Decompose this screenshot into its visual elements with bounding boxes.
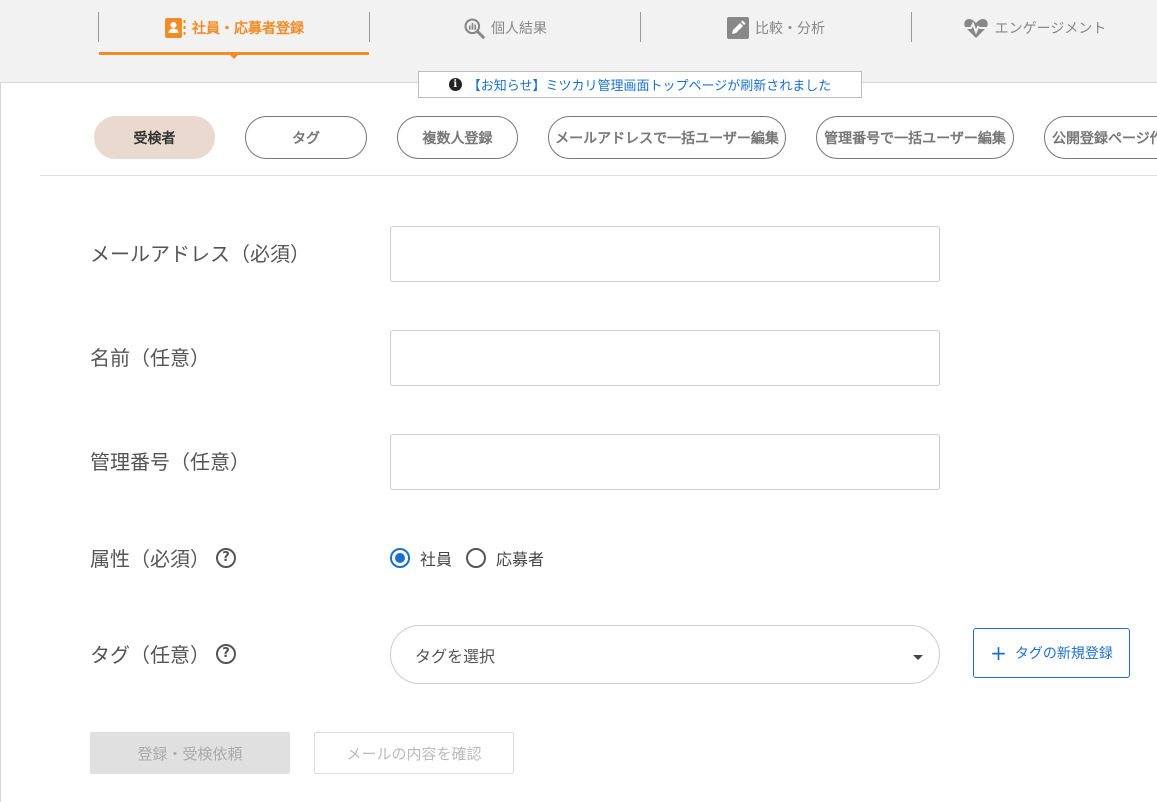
nav-tab-engagement[interactable]: エンゲージメント xyxy=(912,0,1157,56)
radio-button-checked[interactable] xyxy=(390,548,410,568)
preview-email-button[interactable]: メールの内容を確認 xyxy=(314,732,514,774)
nav-tab-label: 社員・応募者登録 xyxy=(192,21,304,37)
announcement-text: 【お知らせ】ミツカリ管理画面トップページが刷新されました xyxy=(467,79,832,94)
tag-label: タグ（任意） ? xyxy=(90,639,236,668)
submit-request-button[interactable]: 登録・受検依頼 xyxy=(90,732,290,774)
id-label-text: 管理番号（任意） xyxy=(90,450,250,474)
attribute-radio-group: 社員 応募者 xyxy=(390,546,558,570)
nav-tab-label: エンゲージメント xyxy=(994,21,1107,37)
caret-down-icon xyxy=(913,655,923,660)
email-label-text: メールアドレス（必須） xyxy=(90,242,310,266)
subtab-public-page[interactable]: 公開登録ページ作成 xyxy=(1044,116,1157,159)
question-circle-icon[interactable]: ? xyxy=(216,547,236,568)
user-card-icon xyxy=(164,17,186,39)
info-icon: i xyxy=(448,78,462,91)
radio-option-applicant[interactable]: 応募者 xyxy=(466,546,544,570)
email-field[interactable] xyxy=(390,226,940,282)
nav-tab-label: 比較・分析 xyxy=(755,21,825,37)
attribute-label-text: 属性（必須） xyxy=(90,547,210,571)
management-number-field[interactable] xyxy=(390,434,940,490)
name-label: 名前（任意） xyxy=(90,342,210,371)
name-label-text: 名前（任意） xyxy=(90,346,210,370)
radio-option-employee[interactable]: 社員 xyxy=(390,546,452,570)
nav-tab-results[interactable]: 個人結果 xyxy=(370,0,640,56)
new-tag-label: タグの新規登録 xyxy=(1014,646,1113,662)
email-label: メールアドレス（必須） xyxy=(90,238,310,267)
subtab-bulk-register[interactable]: 複数人登録 xyxy=(397,116,518,159)
nav-tab-registration[interactable]: 社員・応募者登録 xyxy=(99,0,369,56)
radio-button[interactable] xyxy=(466,548,487,568)
subtab-bulk-edit-id[interactable]: 管理番号で一括ユーザー編集 xyxy=(816,116,1014,159)
heartbeat-icon xyxy=(963,17,989,39)
radio-label: 応募者 xyxy=(496,550,545,569)
nav-tab-compare[interactable]: 比較・分析 xyxy=(641,0,911,56)
subtab-divider xyxy=(40,175,1157,176)
id-label: 管理番号（任意） xyxy=(90,446,250,475)
question-circle-icon[interactable]: ? xyxy=(216,643,236,664)
subtab-tags[interactable]: タグ xyxy=(245,116,367,159)
tag-label-text: タグ（任意） xyxy=(90,643,210,667)
attribute-label: 属性（必須） ? xyxy=(90,543,236,572)
announcement-banner[interactable]: i 【お知らせ】ミツカリ管理画面トップページが刷新されました xyxy=(418,71,862,98)
analysis-magnifier-icon xyxy=(463,17,485,39)
nav-tab-label: 個人結果 xyxy=(491,21,547,37)
tag-select-placeholder: タグを選択 xyxy=(415,646,496,666)
edit-pencil-icon xyxy=(727,17,749,39)
radio-label: 社員 xyxy=(420,550,453,569)
plus-icon: + xyxy=(990,641,1007,665)
content-left-border xyxy=(0,83,1,802)
subtab-bulk-edit-email[interactable]: メールアドレスで一括ユーザー編集 xyxy=(548,116,786,159)
subtab-examinees[interactable]: 受検者 xyxy=(94,116,215,159)
tag-select[interactable]: タグを選択 xyxy=(390,625,940,684)
new-tag-button[interactable]: + タグの新規登録 xyxy=(973,628,1130,678)
active-tab-caret xyxy=(229,54,239,59)
name-field[interactable] xyxy=(390,330,940,386)
